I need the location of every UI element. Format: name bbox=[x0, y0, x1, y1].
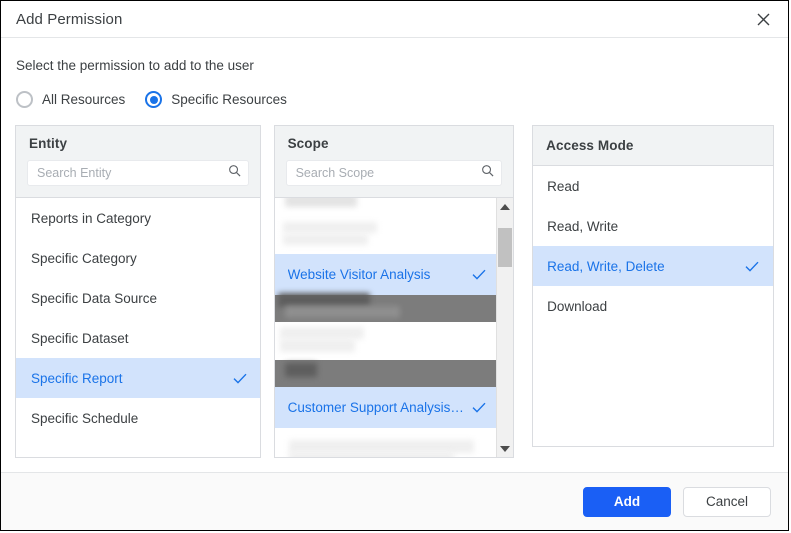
radio-indicator-specific-resources bbox=[145, 91, 163, 108]
access-mode-item-label: Download bbox=[547, 298, 608, 314]
add-permission-dialog: Add Permission Select the permission to … bbox=[0, 0, 789, 531]
radio-label-all-resources: All Resources bbox=[42, 92, 126, 107]
access-mode-item-label: Read bbox=[547, 178, 580, 194]
scroll-down-arrow-icon[interactable] bbox=[497, 440, 513, 457]
scope-list: Website Visitor Analysis Customer Suppor… bbox=[274, 198, 497, 457]
entity-panel-title: Entity bbox=[29, 136, 68, 151]
scope-list-item-redacted[interactable] bbox=[274, 198, 497, 212]
scope-list-item-redacted[interactable] bbox=[274, 360, 497, 387]
entity-search-box[interactable] bbox=[27, 160, 249, 186]
scrollbar-track[interactable] bbox=[497, 215, 513, 440]
access-mode-panel-title: Access Mode bbox=[546, 138, 634, 153]
entity-item-label: Reports in Category bbox=[31, 210, 152, 226]
access-mode-panel: Access Mode Read Read, Write Read, Write… bbox=[532, 125, 774, 447]
entity-list-item[interactable]: Specific Schedule bbox=[16, 398, 260, 438]
entity-list-item[interactable]: Specific Category bbox=[16, 238, 260, 278]
access-mode-item-label: Read, Write bbox=[547, 218, 619, 234]
scope-item-label: Customer Support Analysis… bbox=[287, 400, 464, 415]
close-icon[interactable] bbox=[752, 8, 774, 30]
scope-panel-header: Scope bbox=[274, 126, 514, 198]
entity-item-label: Specific Data Source bbox=[31, 290, 158, 306]
scope-list-wrapper: Website Visitor Analysis Customer Suppor… bbox=[274, 198, 514, 457]
scope-list-item-redacted[interactable] bbox=[274, 322, 497, 360]
radio-indicator-all-resources bbox=[16, 91, 33, 108]
checkmark-icon bbox=[745, 261, 759, 272]
scope-panel: Scope Search Scope Website Visitor Analy… bbox=[273, 125, 515, 458]
radio-option-specific-resources[interactable]: Specific Resources bbox=[145, 91, 287, 108]
scope-scrollbar[interactable] bbox=[496, 198, 514, 457]
search-icon[interactable] bbox=[481, 164, 494, 182]
scope-search-box[interactable] bbox=[285, 160, 503, 186]
scope-search-input[interactable] bbox=[295, 166, 482, 180]
dialog-titlebar: Add Permission bbox=[1, 1, 788, 38]
add-button[interactable]: Add bbox=[583, 486, 671, 517]
instruction-text: Select the permission to add to the user bbox=[16, 58, 254, 73]
radio-label-specific-resources: Specific Resources bbox=[171, 92, 287, 107]
entity-search-input[interactable] bbox=[37, 166, 228, 180]
entity-list: Reports in Category Specific Category Sp… bbox=[16, 198, 260, 457]
checkmark-icon bbox=[472, 269, 486, 280]
selection-panels: Entity Reports in Category bbox=[15, 125, 774, 458]
entity-list-item[interactable]: Reports in Category bbox=[16, 198, 260, 238]
scope-list-item-redacted[interactable] bbox=[274, 293, 497, 322]
entity-list-item[interactable]: Specific Dataset bbox=[16, 318, 260, 358]
scope-list-item-redacted[interactable] bbox=[274, 428, 497, 457]
scope-list-item-redacted[interactable] bbox=[274, 212, 497, 254]
access-mode-list: Read Read, Write Read, Write, Delete Dow… bbox=[533, 166, 773, 446]
entity-item-label: Specific Category bbox=[31, 250, 137, 266]
cancel-button[interactable]: Cancel bbox=[683, 486, 771, 517]
entity-item-label: Specific Schedule bbox=[31, 410, 139, 426]
checkmark-icon bbox=[472, 402, 486, 413]
scroll-up-arrow-icon[interactable] bbox=[497, 198, 513, 215]
entity-item-label: Specific Dataset bbox=[31, 330, 129, 346]
entity-item-label: Specific Report bbox=[31, 370, 123, 386]
access-mode-panel-header: Access Mode bbox=[533, 126, 773, 166]
search-icon[interactable] bbox=[228, 164, 241, 182]
scrollbar-thumb[interactable] bbox=[498, 228, 513, 267]
entity-list-item[interactable]: Specific Data Source bbox=[16, 278, 260, 318]
dialog-body: Select the permission to add to the user… bbox=[1, 38, 788, 472]
radio-option-all-resources[interactable]: All Resources bbox=[16, 91, 125, 108]
dialog-footer: Add Cancel bbox=[1, 472, 788, 530]
checkmark-icon bbox=[233, 373, 247, 384]
access-mode-list-item[interactable]: Download bbox=[533, 286, 773, 326]
scope-list-item-selected[interactable]: Customer Support Analysis… bbox=[274, 387, 497, 428]
scope-panel-title: Scope bbox=[287, 136, 329, 151]
resource-scope-radio-group: All Resources Specific Resources bbox=[16, 91, 774, 108]
access-mode-list-item[interactable]: Read bbox=[533, 166, 773, 206]
entity-list-item-selected[interactable]: Specific Report bbox=[16, 358, 260, 398]
access-mode-list-item[interactable]: Read, Write bbox=[533, 206, 773, 246]
scope-list-item-selected[interactable]: Website Visitor Analysis bbox=[274, 254, 497, 295]
entity-panel: Entity Reports in Category bbox=[15, 125, 261, 458]
entity-panel-header: Entity bbox=[16, 126, 260, 198]
dialog-title: Add Permission bbox=[16, 10, 123, 28]
access-mode-list-item-selected[interactable]: Read, Write, Delete bbox=[533, 246, 773, 286]
access-mode-item-label: Read, Write, Delete bbox=[547, 258, 665, 274]
scope-item-label: Website Visitor Analysis bbox=[287, 267, 431, 282]
